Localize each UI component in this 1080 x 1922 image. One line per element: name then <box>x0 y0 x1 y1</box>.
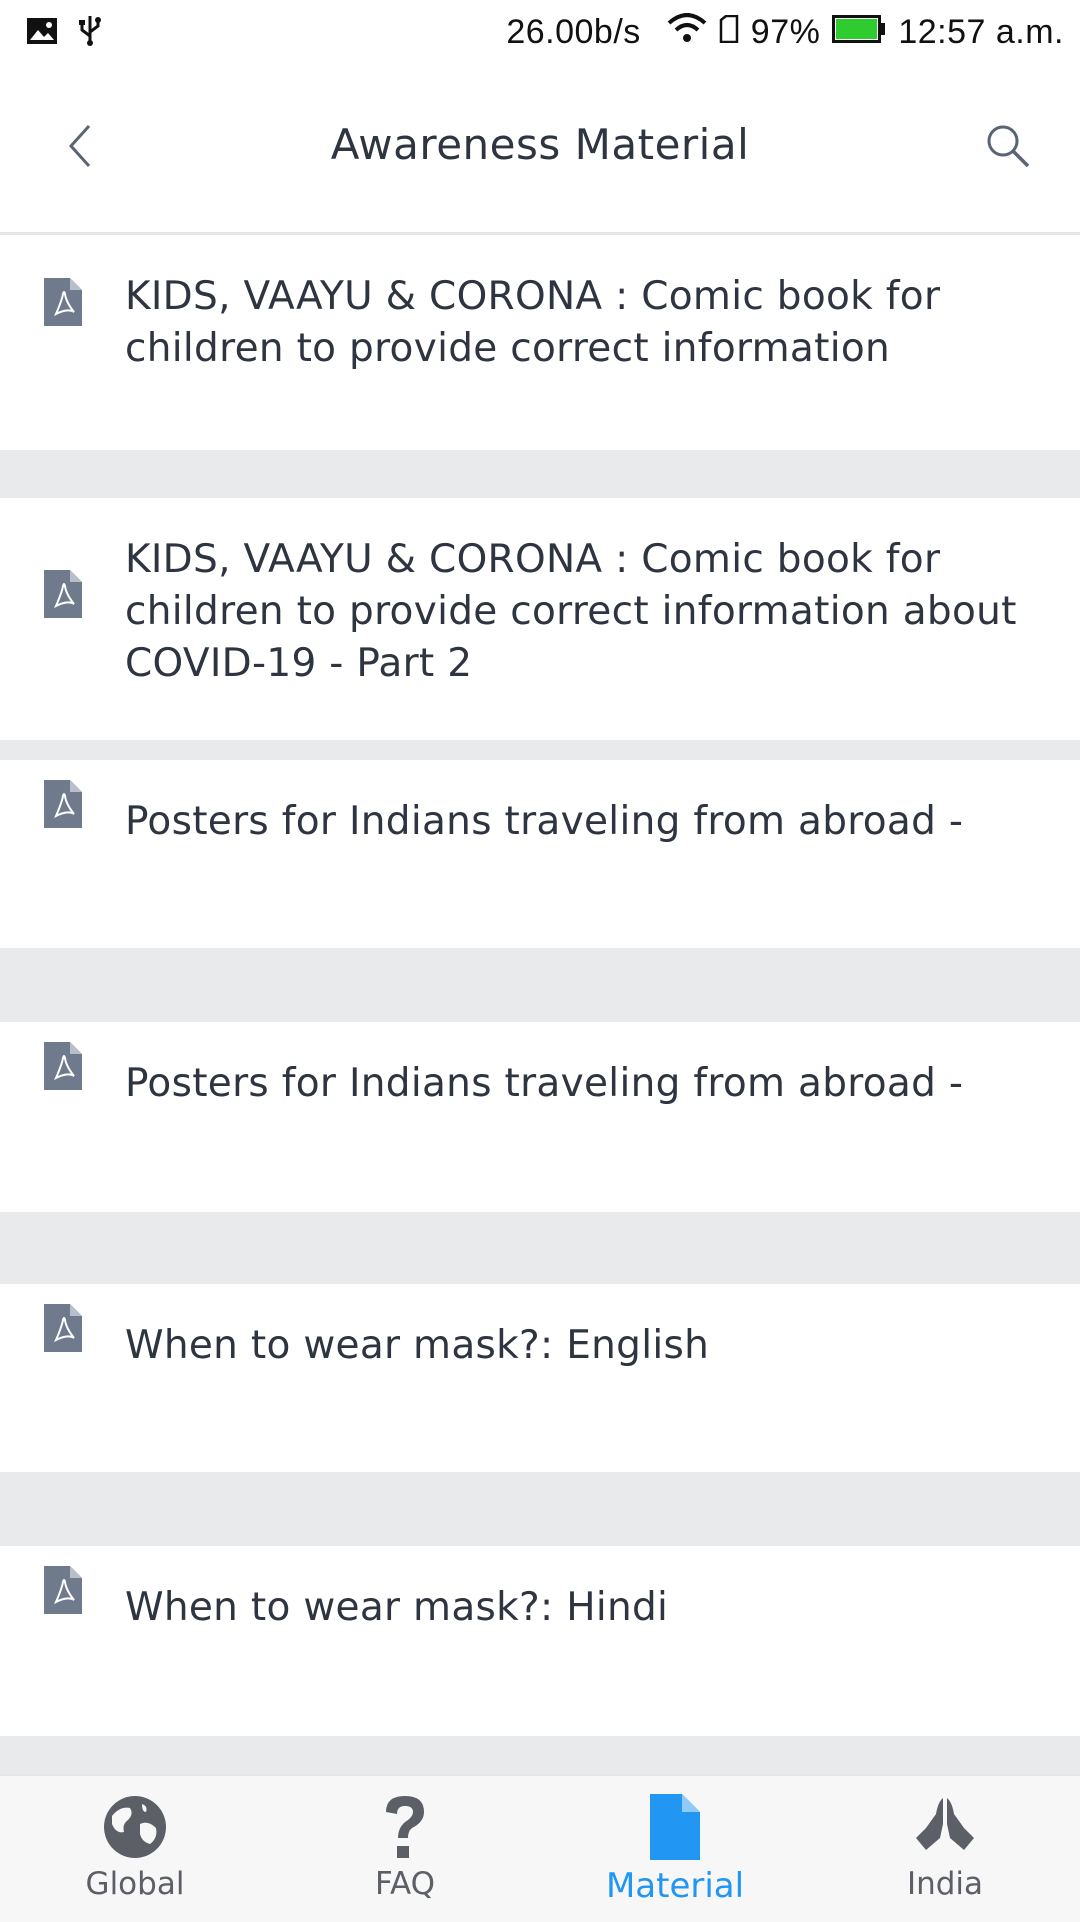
battery-icon <box>832 13 886 52</box>
list-divider <box>0 1212 1080 1284</box>
nav-global[interactable]: Global <box>0 1776 270 1922</box>
material-title: KIDS, VAAYU & CORONA : Comic book for ch… <box>125 537 1017 686</box>
material-title: Posters for Indians traveling from abroa… <box>125 1061 964 1106</box>
image-icon <box>26 15 58 54</box>
page-title: Awareness Material <box>330 120 750 169</box>
nav-label: FAQ <box>374 1866 436 1902</box>
question-mark-icon <box>380 1794 430 1866</box>
nav-label: Global <box>85 1866 185 1902</box>
list-divider <box>0 740 1080 760</box>
nav-faq[interactable]: FAQ <box>270 1776 540 1922</box>
pdf-file-icon <box>44 570 82 618</box>
nav-label: Material <box>605 1866 745 1906</box>
globe-icon <box>102 1794 168 1866</box>
material-title: When to wear mask?: English <box>125 1323 710 1368</box>
pdf-file-icon <box>44 1042 82 1090</box>
list-item[interactable]: Posters for Indians traveling from abroa… <box>0 760 1080 948</box>
list-item[interactable]: Posters for Indians traveling from abroa… <box>0 1022 1080 1212</box>
list-item[interactable]: When to wear mask?: Hindi <box>0 1546 1080 1736</box>
pdf-file-icon <box>44 780 82 828</box>
nav-india[interactable]: India <box>810 1776 1080 1922</box>
list-divider <box>0 948 1080 1022</box>
pdf-file-icon <box>44 1566 82 1614</box>
status-bar: 26.00b/s 97% 12:57 a.m. <box>0 0 1080 64</box>
network-speed: 26.00b/s <box>506 13 641 51</box>
nav-label: India <box>906 1866 984 1902</box>
praying-hands-icon <box>912 1794 978 1866</box>
list-item[interactable]: KIDS, VAAYU & CORONA : Comic book for ch… <box>0 235 1080 450</box>
material-title: KIDS, VAAYU & CORONA : Comic book for ch… <box>125 274 941 371</box>
pdf-file-icon <box>44 278 82 326</box>
wifi-icon <box>667 12 707 52</box>
search-button[interactable] <box>976 116 1040 180</box>
material-title: Posters for Indians traveling from abroa… <box>125 799 964 844</box>
bottom-navigation: Global FAQ Material India <box>0 1774 1080 1922</box>
pdf-file-icon <box>44 1304 82 1352</box>
nav-material[interactable]: Material <box>540 1776 810 1922</box>
list-item[interactable]: When to wear mask?: English <box>0 1284 1080 1472</box>
sim-icon <box>719 13 739 52</box>
material-title: When to wear mask?: Hindi <box>125 1585 669 1630</box>
document-icon <box>650 1794 700 1866</box>
usb-icon <box>78 14 102 55</box>
battery-percent: 97% <box>750 13 821 51</box>
app-bar: Awareness Material <box>0 64 1080 235</box>
list-item[interactable]: KIDS, VAAYU & CORONA : Comic book for ch… <box>0 498 1080 740</box>
list-divider <box>0 1736 1080 1776</box>
list-divider <box>0 450 1080 498</box>
search-icon <box>985 123 1031 174</box>
clock: 12:57 a.m. <box>898 13 1064 51</box>
list-divider <box>0 1472 1080 1546</box>
